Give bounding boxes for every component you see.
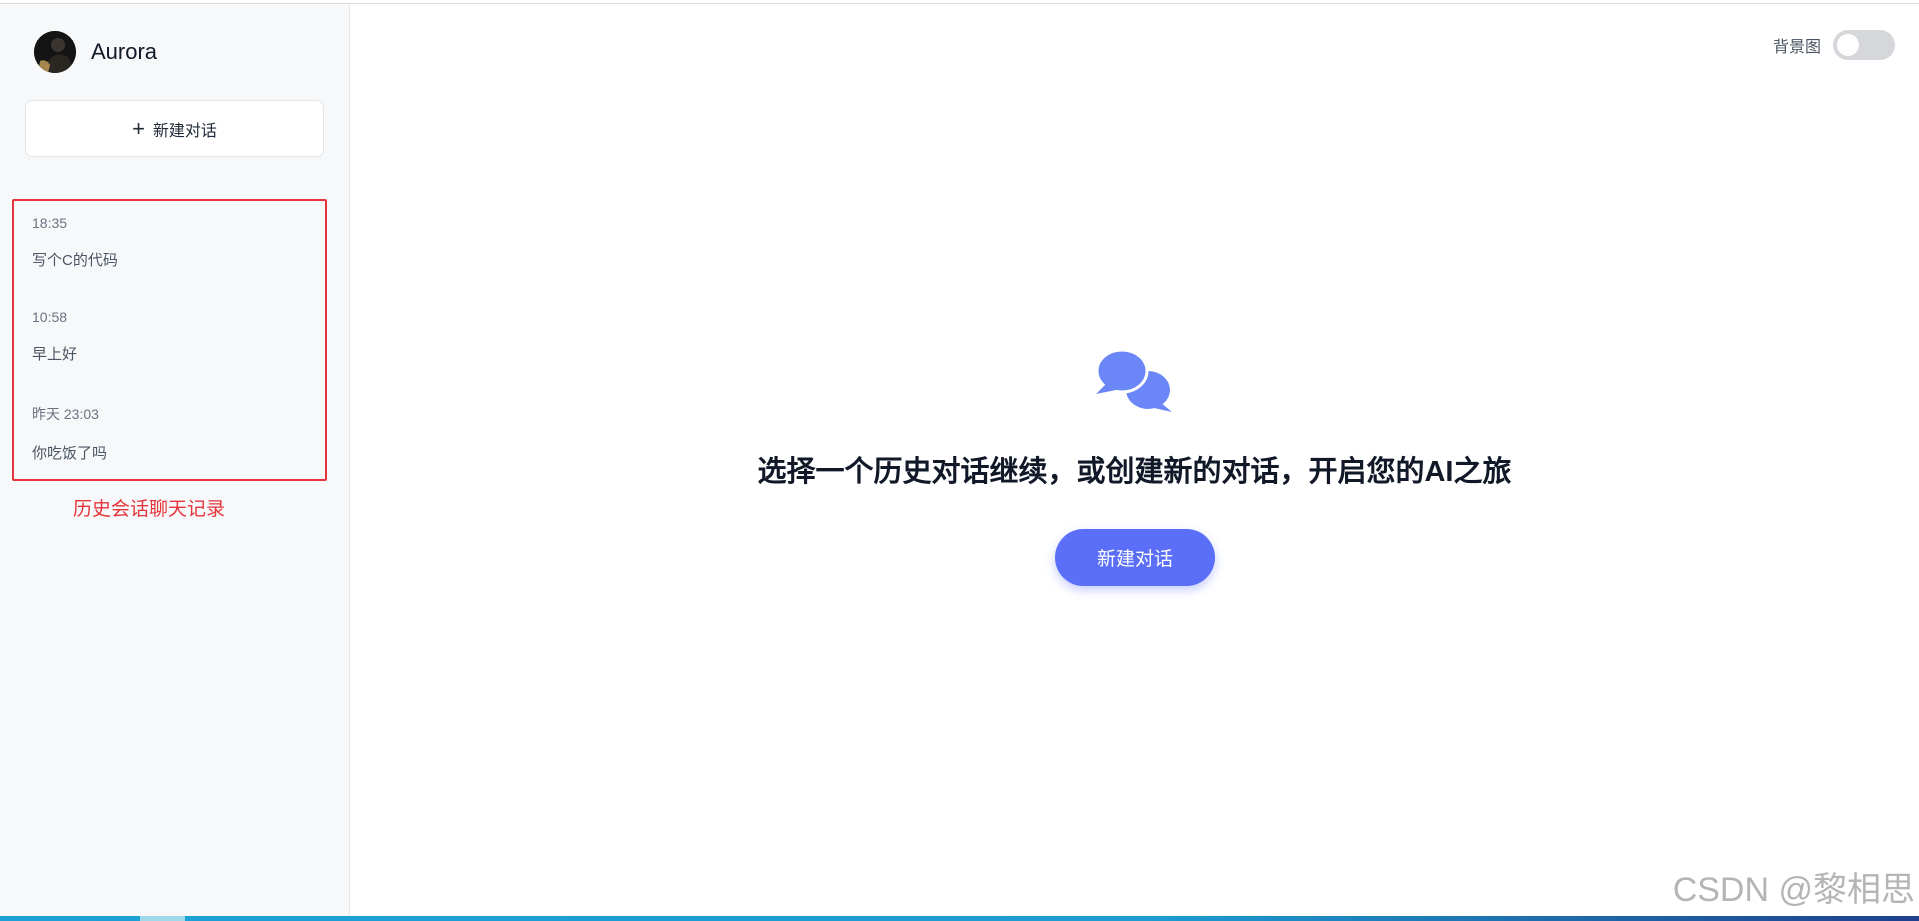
history-item-time: 昨天 23:03 — [32, 406, 99, 422]
history-list: 18:35 写个C的代码 10:58 早上好 昨天 23:03 你吃饭了吗 — [12, 199, 327, 481]
plus-icon: + — [132, 115, 145, 141]
background-toggle-label: 背景图 — [1772, 39, 1821, 56]
new-chat-sidebar-label: 新建对话 — [152, 122, 217, 140]
toggle-knob — [1837, 34, 1859, 56]
background-toggle-group: 背景图 — [1773, 30, 1895, 60]
welcome-headline: 选择一个历史对话继续，或创建新的对话，开启您的AI之旅 — [757, 456, 1512, 488]
history-item-time: 10:58 — [32, 309, 68, 325]
new-chat-main-button[interactable]: 新建对话 — [1055, 529, 1215, 586]
history-item[interactable]: 10:58 早上好 — [32, 309, 77, 364]
user-name: Aurora — [91, 39, 158, 64]
history-item-title: 你吃饭了吗 — [32, 445, 108, 462]
background-toggle[interactable] — [1833, 30, 1895, 60]
bottom-bar — [0, 916, 1919, 921]
new-chat-sidebar-button[interactable]: + 新建对话 — [25, 100, 324, 157]
history-item[interactable]: 18:35 写个C的代码 — [32, 215, 118, 270]
app-window: Aurora + 新建对话 18:35 写个C的代码 10:58 早上好 昨天 … — [0, 0, 1919, 921]
history-annotation: 历史会话聊天记录 — [73, 499, 226, 520]
watermark: CSDN @黎相思 — [1672, 871, 1915, 909]
history-item-title: 早上好 — [32, 346, 78, 363]
user-profile[interactable]: Aurora — [34, 31, 157, 73]
history-item[interactable]: 昨天 23:03 你吃饭了吗 — [32, 404, 107, 463]
sidebar: Aurora + 新建对话 18:35 写个C的代码 10:58 早上好 昨天 … — [0, 4, 350, 916]
history-item-title: 写个C的代码 — [32, 252, 118, 269]
chat-bubbles-icon — [1094, 348, 1174, 419]
history-item-time: 18:35 — [32, 215, 68, 231]
avatar[interactable] — [34, 31, 76, 73]
